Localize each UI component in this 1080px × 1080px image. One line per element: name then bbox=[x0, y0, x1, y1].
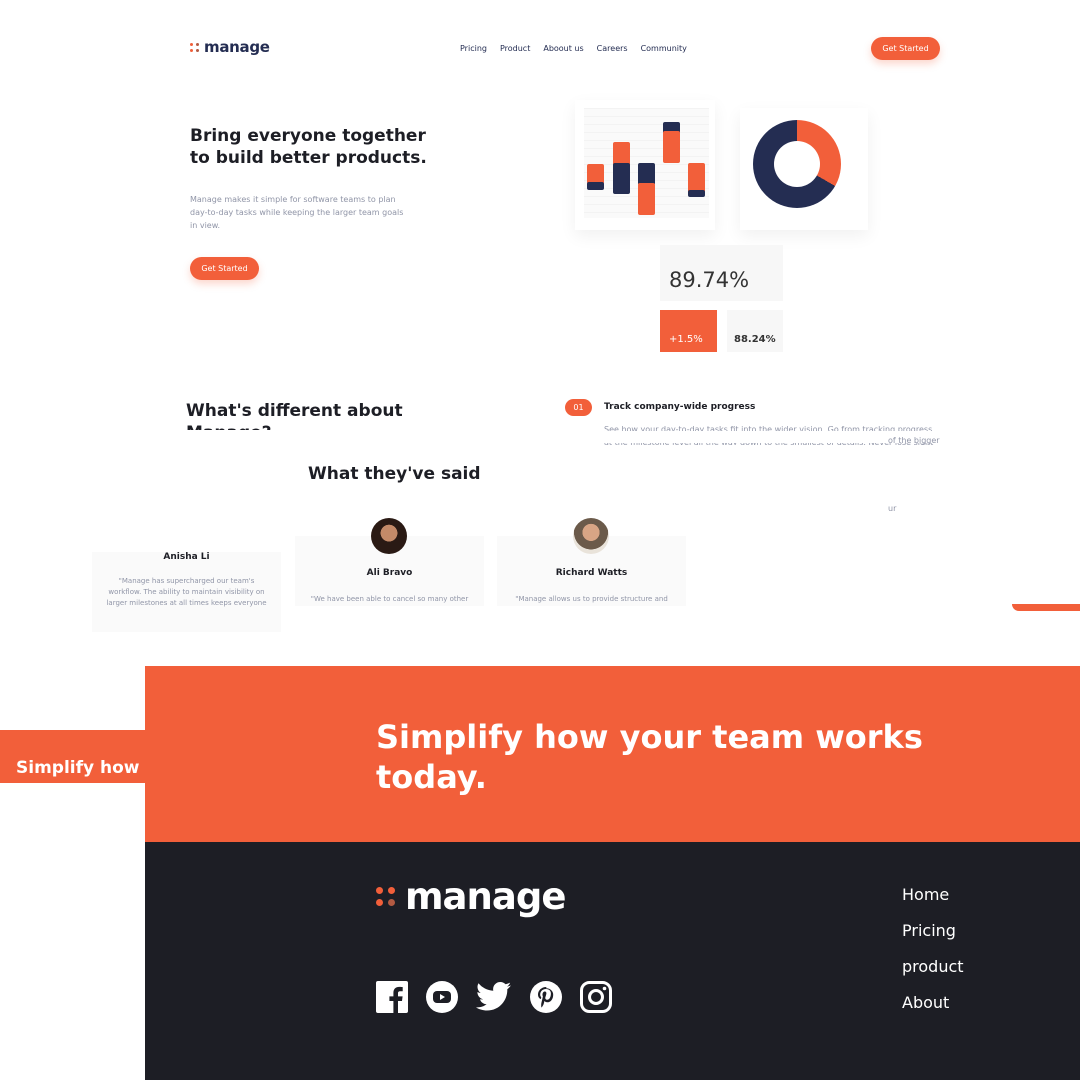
cta-ghost-band: Simplify how your team works today. bbox=[0, 730, 145, 783]
bar-orange-4 bbox=[663, 131, 680, 163]
pinterest-icon[interactable] bbox=[530, 981, 562, 1013]
feature-text-fragment: of the bigger bbox=[888, 436, 940, 445]
nav-link-careers[interactable]: Careers bbox=[597, 44, 628, 53]
footer-logo[interactable]: manage bbox=[376, 875, 566, 918]
features-title: What's different about Manage? bbox=[186, 401, 403, 430]
donut-chart-illustration bbox=[753, 120, 841, 208]
stat-change-badge: +1.5% bbox=[660, 310, 717, 352]
hero-title: Bring everyone together to build better … bbox=[190, 126, 427, 168]
testimonial-quote: "Manage allows us to provide structure a… bbox=[515, 595, 668, 603]
bar-orange-3 bbox=[638, 183, 655, 215]
testimonial-name: Ali Bravo bbox=[366, 568, 413, 578]
footer-link-pricing[interactable]: Pricing bbox=[902, 920, 964, 941]
bar-orange-1 bbox=[587, 164, 604, 184]
footer-link-about[interactable]: About bbox=[902, 992, 964, 1013]
feature-heading: Track company-wide progress bbox=[604, 402, 756, 412]
header-logo[interactable]: manage bbox=[190, 38, 270, 56]
social-links bbox=[376, 981, 612, 1013]
bar-navy-5 bbox=[688, 190, 705, 197]
decorative-orange-shape bbox=[1012, 604, 1080, 611]
cta-ghost-text: Simplify how your team works today. bbox=[16, 758, 145, 778]
youtube-icon[interactable] bbox=[426, 981, 458, 1013]
nav-link-community[interactable]: Community bbox=[641, 44, 687, 53]
bar-orange-5 bbox=[688, 163, 705, 193]
avatar bbox=[573, 518, 609, 554]
footer-nav: Home Pricing product About bbox=[902, 884, 964, 1013]
main-nav: Pricing Product Aboout us Careers Commun… bbox=[460, 44, 687, 53]
feature-number-badge: 01 bbox=[565, 399, 592, 416]
hero-description: Manage makes it simple for software team… bbox=[190, 195, 404, 230]
nav-link-about[interactable]: Aboout us bbox=[543, 44, 583, 53]
bar-navy-2 bbox=[613, 163, 630, 194]
nav-link-product[interactable]: Product bbox=[500, 44, 530, 53]
logo-mark-icon bbox=[376, 887, 395, 906]
bar-navy-1 bbox=[587, 182, 604, 190]
testimonial-name: Anisha Li bbox=[163, 552, 210, 562]
avatar bbox=[371, 518, 407, 554]
bar-navy-3 bbox=[638, 163, 655, 185]
nav-link-pricing[interactable]: Pricing bbox=[460, 44, 487, 53]
footer-logo-text: manage bbox=[405, 875, 566, 918]
twitter-icon[interactable] bbox=[475, 981, 512, 1013]
donut-hole bbox=[774, 141, 820, 187]
testimonial-quote: "Manage has supercharged our team's work… bbox=[106, 577, 267, 607]
stat-main-value: 89.74% bbox=[669, 268, 750, 292]
footer-link-home[interactable]: Home bbox=[902, 884, 964, 905]
testimonial-name: Richard Watts bbox=[555, 568, 628, 578]
hero-get-started-button[interactable]: Get Started bbox=[190, 257, 259, 280]
testimonial-card: Anisha Li "Manage has supercharged our t… bbox=[92, 552, 281, 632]
testimonial-quote: "We have been able to cancel so many oth… bbox=[310, 595, 469, 603]
bar-chart-illustration bbox=[584, 108, 709, 218]
facebook-icon[interactable] bbox=[376, 981, 408, 1013]
header-get-started-button[interactable]: Get Started bbox=[871, 37, 940, 60]
stat-secondary-value: 88.24% bbox=[727, 310, 783, 352]
cta-title: Simplify how your team works today. bbox=[376, 718, 923, 796]
instagram-icon[interactable] bbox=[580, 981, 612, 1013]
logo-mark-icon bbox=[190, 42, 199, 52]
footer-link-product[interactable]: product bbox=[902, 956, 964, 977]
testimonials-title: What they've said bbox=[308, 464, 481, 484]
logo-text: manage bbox=[204, 38, 270, 56]
feature-text-fragment: ur bbox=[888, 504, 897, 513]
